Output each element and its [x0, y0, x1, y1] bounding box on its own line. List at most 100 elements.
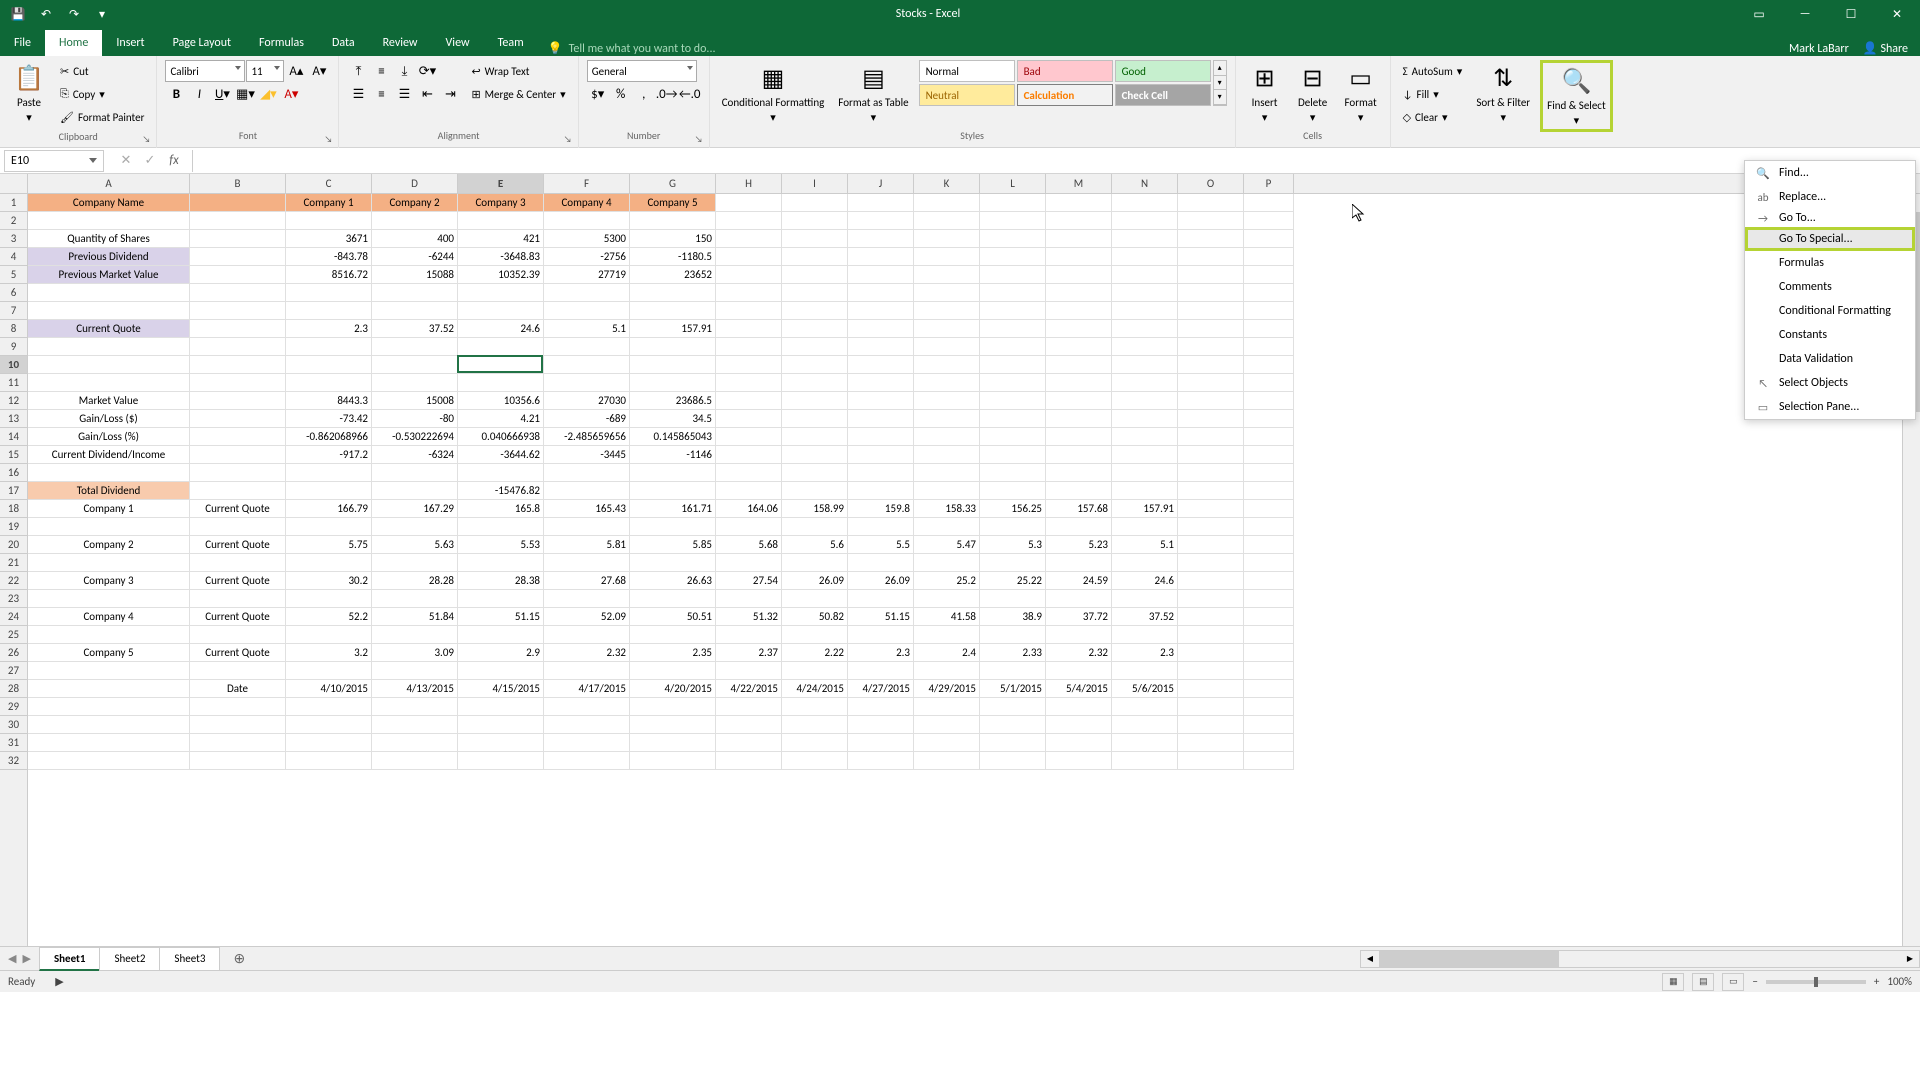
cell-G21[interactable] — [630, 554, 716, 572]
col-header-E[interactable]: E — [458, 174, 544, 193]
cell-P20[interactable] — [1244, 536, 1294, 554]
cell-E11[interactable] — [458, 374, 544, 392]
cell-F17[interactable] — [544, 482, 630, 500]
cell-I26[interactable]: 2.22 — [782, 644, 848, 662]
page-break-view-icon[interactable]: ▭ — [1722, 973, 1744, 991]
cell-K31[interactable] — [914, 734, 980, 752]
cell-B28[interactable]: Date — [190, 680, 286, 698]
spreadsheet-grid[interactable]: ABCDEFGHIJKLMNOP 12345678910111213141516… — [0, 174, 1920, 946]
row-header-7[interactable]: 7 — [0, 302, 27, 320]
cell-E29[interactable] — [458, 698, 544, 716]
tell-me[interactable]: 💡 Tell me what you want to do... — [548, 41, 716, 56]
cell-H30[interactable] — [716, 716, 782, 734]
tab-insert[interactable]: Insert — [102, 30, 158, 56]
cell-C22[interactable]: 30.2 — [286, 572, 372, 590]
cell-J12[interactable] — [848, 392, 914, 410]
cell-K8[interactable] — [914, 320, 980, 338]
cell-L3[interactable] — [980, 230, 1046, 248]
cell-F12[interactable]: 27030 — [544, 392, 630, 410]
cell-F18[interactable]: 165.43 — [544, 500, 630, 518]
increase-decimal-icon[interactable]: .0→ — [656, 83, 678, 105]
cell-I13[interactable] — [782, 410, 848, 428]
cell-P3[interactable] — [1244, 230, 1294, 248]
cell-B12[interactable] — [190, 392, 286, 410]
cell-I31[interactable] — [782, 734, 848, 752]
cell-A22[interactable]: Company 3 — [28, 572, 190, 590]
cell-P18[interactable] — [1244, 500, 1294, 518]
cell-B7[interactable] — [190, 302, 286, 320]
cell-I25[interactable] — [782, 626, 848, 644]
cell-A9[interactable] — [28, 338, 190, 356]
cell-M23[interactable] — [1046, 590, 1112, 608]
cell-E7[interactable] — [458, 302, 544, 320]
cell-N6[interactable] — [1112, 284, 1178, 302]
style-good[interactable]: Good — [1115, 60, 1211, 82]
cell-O5[interactable] — [1178, 266, 1244, 284]
align-middle-icon[interactable]: ≡ — [370, 60, 392, 82]
cell-P23[interactable] — [1244, 590, 1294, 608]
cell-B16[interactable] — [190, 464, 286, 482]
cell-K28[interactable]: 4/29/2015 — [914, 680, 980, 698]
cell-A4[interactable]: Previous Dividend — [28, 248, 190, 266]
cell-A21[interactable] — [28, 554, 190, 572]
cell-O31[interactable] — [1178, 734, 1244, 752]
cell-D5[interactable]: 15088 — [372, 266, 458, 284]
cell-C6[interactable] — [286, 284, 372, 302]
cell-F1[interactable]: Company 4 — [544, 194, 630, 212]
style-neutral[interactable]: Neutral — [919, 84, 1015, 106]
cell-L1[interactable] — [980, 194, 1046, 212]
cell-D11[interactable] — [372, 374, 458, 392]
cell-D4[interactable]: -6244 — [372, 248, 458, 266]
col-header-L[interactable]: L — [980, 174, 1046, 193]
cell-M24[interactable]: 37.72 — [1046, 608, 1112, 626]
prev-sheet-icon[interactable]: ◀ — [8, 952, 16, 965]
cell-L5[interactable] — [980, 266, 1046, 284]
cell-G7[interactable] — [630, 302, 716, 320]
cell-E14[interactable]: 0.040666938 — [458, 428, 544, 446]
cell-M31[interactable] — [1046, 734, 1112, 752]
cell-G13[interactable]: 34.5 — [630, 410, 716, 428]
redo-icon[interactable]: ↷ — [66, 6, 82, 22]
row-header-12[interactable]: 12 — [0, 392, 27, 410]
cell-A25[interactable] — [28, 626, 190, 644]
cell-G11[interactable] — [630, 374, 716, 392]
cell-B19[interactable] — [190, 518, 286, 536]
cell-G25[interactable] — [630, 626, 716, 644]
cell-H4[interactable] — [716, 248, 782, 266]
cell-C5[interactable]: 8516.72 — [286, 266, 372, 284]
cell-H26[interactable]: 2.37 — [716, 644, 782, 662]
cell-B10[interactable] — [190, 356, 286, 374]
cell-D28[interactable]: 4/13/2015 — [372, 680, 458, 698]
cell-K30[interactable] — [914, 716, 980, 734]
cell-D18[interactable]: 167.29 — [372, 500, 458, 518]
cell-O6[interactable] — [1178, 284, 1244, 302]
cell-D17[interactable] — [372, 482, 458, 500]
menu-comments[interactable]: Comments — [1745, 275, 1915, 299]
row-header-11[interactable]: 11 — [0, 374, 27, 392]
cell-M9[interactable] — [1046, 338, 1112, 356]
cell-I18[interactable]: 158.99 — [782, 500, 848, 518]
cell-J32[interactable] — [848, 752, 914, 770]
cell-J23[interactable] — [848, 590, 914, 608]
cell-J18[interactable]: 159.8 — [848, 500, 914, 518]
cell-J27[interactable] — [848, 662, 914, 680]
cell-D23[interactable] — [372, 590, 458, 608]
row-header-30[interactable]: 30 — [0, 716, 27, 734]
cell-E10[interactable] — [458, 356, 544, 374]
undo-icon[interactable]: ↶ — [38, 6, 54, 22]
cell-J6[interactable] — [848, 284, 914, 302]
cell-K10[interactable] — [914, 356, 980, 374]
cell-D16[interactable] — [372, 464, 458, 482]
cell-H25[interactable] — [716, 626, 782, 644]
cell-H27[interactable] — [716, 662, 782, 680]
cell-N20[interactable]: 5.1 — [1112, 536, 1178, 554]
row-header-16[interactable]: 16 — [0, 464, 27, 482]
row-header-14[interactable]: 14 — [0, 428, 27, 446]
cell-D1[interactable]: Company 2 — [372, 194, 458, 212]
cell-E16[interactable] — [458, 464, 544, 482]
row-header-5[interactable]: 5 — [0, 266, 27, 284]
cell-E9[interactable] — [458, 338, 544, 356]
col-header-C[interactable]: C — [286, 174, 372, 193]
cell-D19[interactable] — [372, 518, 458, 536]
cell-D22[interactable]: 28.28 — [372, 572, 458, 590]
